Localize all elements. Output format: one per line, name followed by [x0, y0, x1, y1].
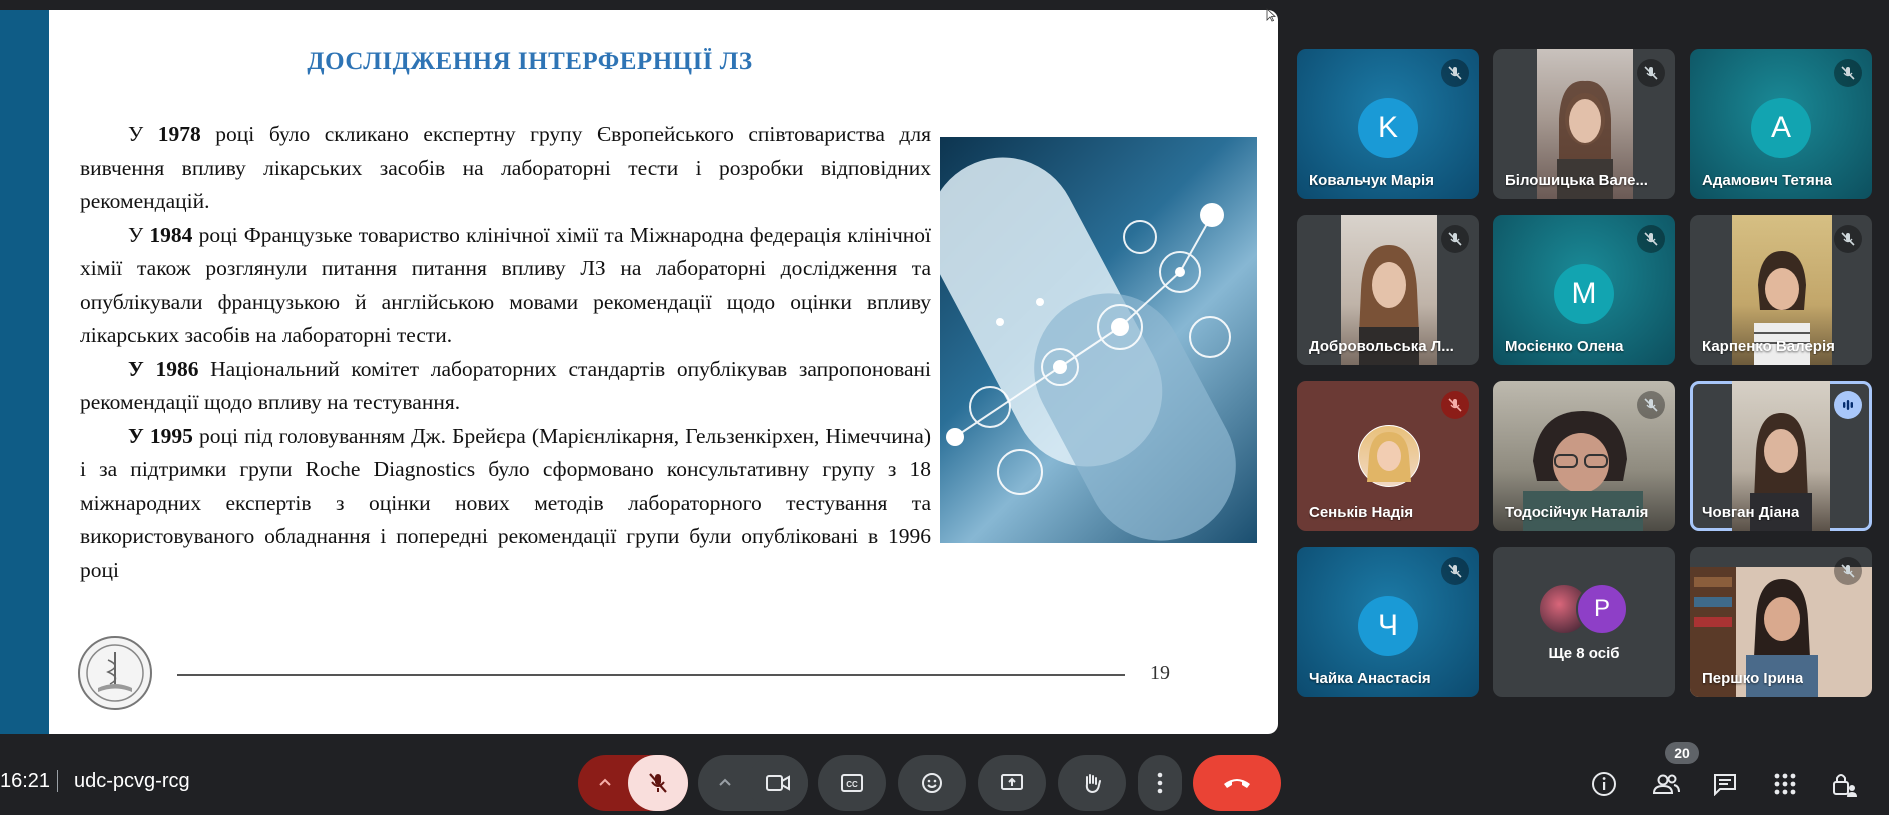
participant-name: Карпенко Валерія	[1702, 338, 1835, 355]
hang-up-phone-icon	[1224, 779, 1250, 788]
speaking-indicator-icon	[1834, 391, 1862, 419]
more-options-button[interactable]	[1138, 755, 1182, 811]
mouse-cursor-icon	[1266, 8, 1276, 22]
participant-name: Човган Діана	[1702, 504, 1800, 521]
slide-side-bar	[0, 10, 49, 734]
participant-name: Сеньків Надія	[1309, 504, 1414, 521]
mic-off-icon	[1637, 225, 1665, 253]
chevron-up-icon	[719, 778, 731, 786]
participant-name: Першко Ірина	[1702, 670, 1804, 687]
participant-name: Білошицька Вале...	[1505, 172, 1648, 189]
info-icon	[1592, 772, 1616, 796]
host-controls-button[interactable]	[1830, 770, 1858, 798]
participant-tile[interactable]: Карпенко Валерія	[1690, 215, 1872, 365]
participant-avatar: A	[1751, 98, 1811, 158]
mic-off-icon	[1441, 557, 1469, 585]
more-vertical-icon	[1157, 772, 1163, 794]
participant-name: Чайка Анастасія	[1309, 670, 1431, 687]
mic-off-icon	[1834, 59, 1862, 87]
apps-grid-icon	[1774, 773, 1796, 795]
participant-tile[interactable]: Ч Чайка Анастасія	[1297, 547, 1479, 697]
mic-off-icon	[1637, 59, 1665, 87]
raise-hand-icon	[1085, 774, 1101, 794]
present-screen-button[interactable]	[978, 755, 1046, 811]
participant-avatar: K	[1358, 98, 1418, 158]
participant-name: Добровольська Л...	[1309, 338, 1454, 355]
meeting-code: udc-pcvg-rcg	[74, 770, 190, 792]
mic-off-icon	[1637, 391, 1665, 419]
slide-body: У 1978 році було скликано експертну груп…	[80, 118, 931, 587]
participant-tile[interactable]: M Мосієнко Олена	[1493, 215, 1675, 365]
people-icon	[1652, 774, 1680, 794]
participant-tile[interactable]: Білошицька Вале...	[1493, 49, 1675, 199]
participant-avatar	[1358, 425, 1420, 487]
mic-off-icon	[1441, 391, 1469, 419]
participant-tile-active-speaker[interactable]: Човган Діана	[1690, 381, 1872, 531]
meeting-details-button[interactable]	[1590, 770, 1618, 798]
participant-name: Ковальчук Марія	[1309, 172, 1434, 189]
camera-options-button[interactable]	[700, 755, 750, 811]
chat-icon	[1714, 774, 1736, 796]
activities-button[interactable]	[1771, 770, 1799, 798]
mic-off-icon	[649, 773, 667, 793]
slide-paragraph-1: У 1978 році було скликано експертну груп…	[80, 122, 931, 213]
participant-name: Мосієнко Олена	[1505, 338, 1624, 355]
slide-page-number: 19	[1150, 662, 1170, 684]
mic-options-button[interactable]	[580, 755, 630, 811]
university-logo	[78, 636, 152, 710]
camera-toggle-button[interactable]	[748, 755, 808, 811]
capsule-molecule-image	[940, 137, 1257, 543]
closed-captions-icon: CC	[841, 774, 863, 792]
participants-count-badge: 20	[1665, 742, 1699, 764]
more-participants-tile[interactable]: P Ще 8 осіб	[1493, 547, 1675, 697]
participant-avatar: P	[1576, 583, 1628, 635]
end-call-button[interactable]	[1193, 755, 1281, 811]
emoji-smile-icon	[922, 773, 942, 793]
people-button[interactable]	[1652, 770, 1680, 798]
slide-footer-line	[177, 674, 1125, 676]
slide-paragraph-4: У 1995 році під головуванням Дж. Брейєра…	[80, 423, 931, 582]
video-camera-icon	[766, 775, 790, 791]
more-participants-label: Ще 8 осіб	[1548, 645, 1620, 662]
participant-tile[interactable]: Першко Ірина	[1690, 547, 1872, 697]
present-screen-icon	[1001, 774, 1023, 790]
mic-toggle-button[interactable]	[628, 755, 688, 811]
reactions-button[interactable]	[898, 755, 966, 811]
participant-tile[interactable]: Тодосійчук Наталія	[1493, 381, 1675, 531]
bottom-toolbar: 16:21 udc-pcvg-rcg CC	[0, 748, 1889, 815]
mic-off-icon	[1834, 225, 1862, 253]
lock-person-icon	[1833, 774, 1857, 797]
clock-time: 16:21	[0, 770, 51, 792]
participant-tile[interactable]: Сеньків Надія	[1297, 381, 1479, 531]
divider	[57, 770, 58, 792]
slide-paragraph-3: У 1986 Національний комітет лабораторних…	[80, 356, 931, 415]
participant-tile[interactable]: Добровольська Л...	[1297, 215, 1479, 365]
participant-name: Адамович Тетяна	[1702, 172, 1833, 189]
participant-name: Тодосійчук Наталія	[1505, 504, 1649, 521]
mic-off-icon	[1834, 557, 1862, 585]
participant-tile[interactable]: A Адамович Тетяна	[1690, 49, 1872, 199]
svg-text:CC: CC	[846, 780, 858, 789]
captions-button[interactable]: CC	[818, 755, 886, 811]
participant-avatar: Ч	[1358, 596, 1418, 656]
slide-paragraph-2: У 1984 році Французьке товариство клініч…	[80, 222, 931, 348]
presentation-slide: ДОСЛІДЖЕННЯ ІНТЕРФЕРНЦІЇ ЛЗ У 1978 році …	[0, 10, 1278, 734]
raise-hand-button[interactable]	[1058, 755, 1126, 811]
mic-off-icon	[1441, 225, 1469, 253]
chat-button[interactable]	[1711, 770, 1739, 798]
chevron-up-icon	[599, 778, 611, 786]
participant-tile[interactable]: K Ковальчук Марія	[1297, 49, 1479, 199]
participant-avatar: M	[1554, 264, 1614, 324]
slide-title: ДОСЛІДЖЕННЯ ІНТЕРФЕРНЦІЇ ЛЗ	[307, 48, 753, 75]
mic-off-icon	[1441, 59, 1469, 87]
